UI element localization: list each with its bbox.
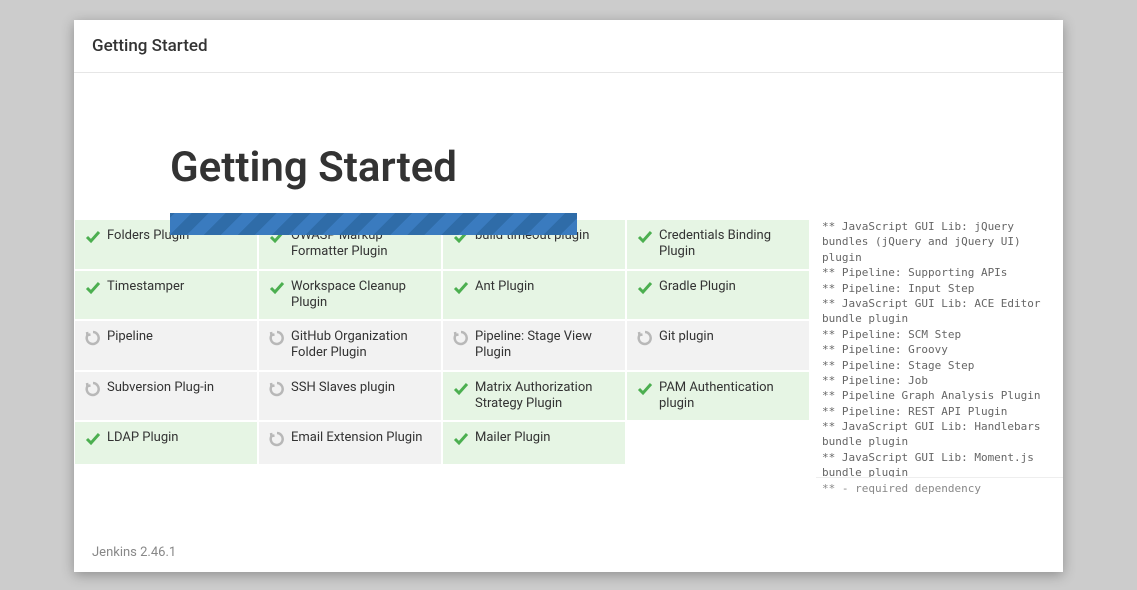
log-line: ** Pipeline: Groovy [820,342,1059,357]
plugin-item: Email Extension Plugin [258,421,442,465]
page-title: Getting Started [170,143,457,192]
plugin-item: Timestamper [74,270,258,321]
loading-icon [269,431,285,447]
log-line: ** Pipeline: Input Step [820,281,1059,296]
check-icon [637,280,653,296]
plugin-label: Pipeline [107,329,153,345]
plugin-label: Workspace Cleanup Plugin [291,279,433,312]
plugin-label: Email Extension Plugin [291,430,422,446]
log-line: ** Pipeline Graph Analysis Plugin [820,388,1059,403]
log-line: ** JavaScript GUI Lib: ACE Editor bundle… [820,296,1059,327]
plugin-label: Mailer Plugin [475,430,550,446]
loading-icon [269,381,285,397]
plugin-item: PAM Authentication plugin [626,371,810,422]
install-progress-bar [170,213,577,235]
check-icon [453,381,469,397]
loading-icon [85,330,101,346]
plugin-label: Matrix Authorization Strategy Plugin [475,380,617,413]
check-icon [269,280,285,296]
loading-icon [85,381,101,397]
check-icon [637,229,653,245]
setup-wizard-modal: Getting Started Getting Started Folders … [74,20,1063,572]
install-log-legend: ** - required dependency [816,477,1063,499]
check-icon [453,431,469,447]
plugin-item: Pipeline: Stage View Plugin [442,320,626,371]
plugin-label: Timestamper [107,279,184,295]
modal-body: Getting Started Folders PluginOWASP Mark… [74,73,1063,572]
plugin-item: LDAP Plugin [74,421,258,465]
plugin-label: PAM Authentication plugin [659,380,801,413]
check-icon [85,280,101,296]
modal-header-title: Getting Started [74,20,1063,73]
plugin-grid: Folders PluginOWASP Markup Formatter Plu… [74,219,814,465]
plugin-label: Subversion Plug-in [107,380,214,396]
plugin-label: SSH Slaves plugin [291,380,395,396]
plugin-label: LDAP Plugin [107,430,178,446]
check-icon [453,280,469,296]
loading-icon [453,330,469,346]
plugin-item: Pipeline [74,320,258,371]
plugin-item: Workspace Cleanup Plugin [258,270,442,321]
log-line: ** Pipeline: Job [820,373,1059,388]
loading-icon [269,330,285,346]
check-icon [85,229,101,245]
loading-icon [637,330,653,346]
log-line: ** Pipeline: REST API Plugin [820,404,1059,419]
plugin-label: Gradle Plugin [659,279,736,295]
log-line: ** JavaScript GUI Lib: Handlebars bundle… [820,419,1059,450]
plugin-label: Credentials Binding Plugin [659,228,801,261]
plugin-item: Mailer Plugin [442,421,626,465]
plugin-item: Matrix Authorization Strategy Plugin [442,371,626,422]
log-line: ** Pipeline: Supporting APIs [820,265,1059,280]
plugin-item: Gradle Plugin [626,270,810,321]
plugin-item: Credentials Binding Plugin [626,219,810,270]
footer-version: Jenkins 2.46.1 [74,533,1063,572]
plugin-item: Git plugin [626,320,810,371]
check-icon [85,431,101,447]
log-line: ** Pipeline: SCM Step [820,327,1059,342]
log-line: ** Pipeline: Stage Step [820,358,1059,373]
plugin-item: Ant Plugin [442,270,626,321]
plugin-label: Ant Plugin [475,279,534,295]
check-icon [637,381,653,397]
plugin-label: Pipeline: Stage View Plugin [475,329,617,362]
plugin-item: Subversion Plug-in [74,371,258,422]
plugin-item: SSH Slaves plugin [258,371,442,422]
plugin-label: Git plugin [659,329,714,345]
plugin-item: GitHub Organization Folder Plugin [258,320,442,371]
plugin-label: GitHub Organization Folder Plugin [291,329,433,362]
log-line: ** JavaScript GUI Lib: jQuery bundles (j… [820,219,1059,265]
